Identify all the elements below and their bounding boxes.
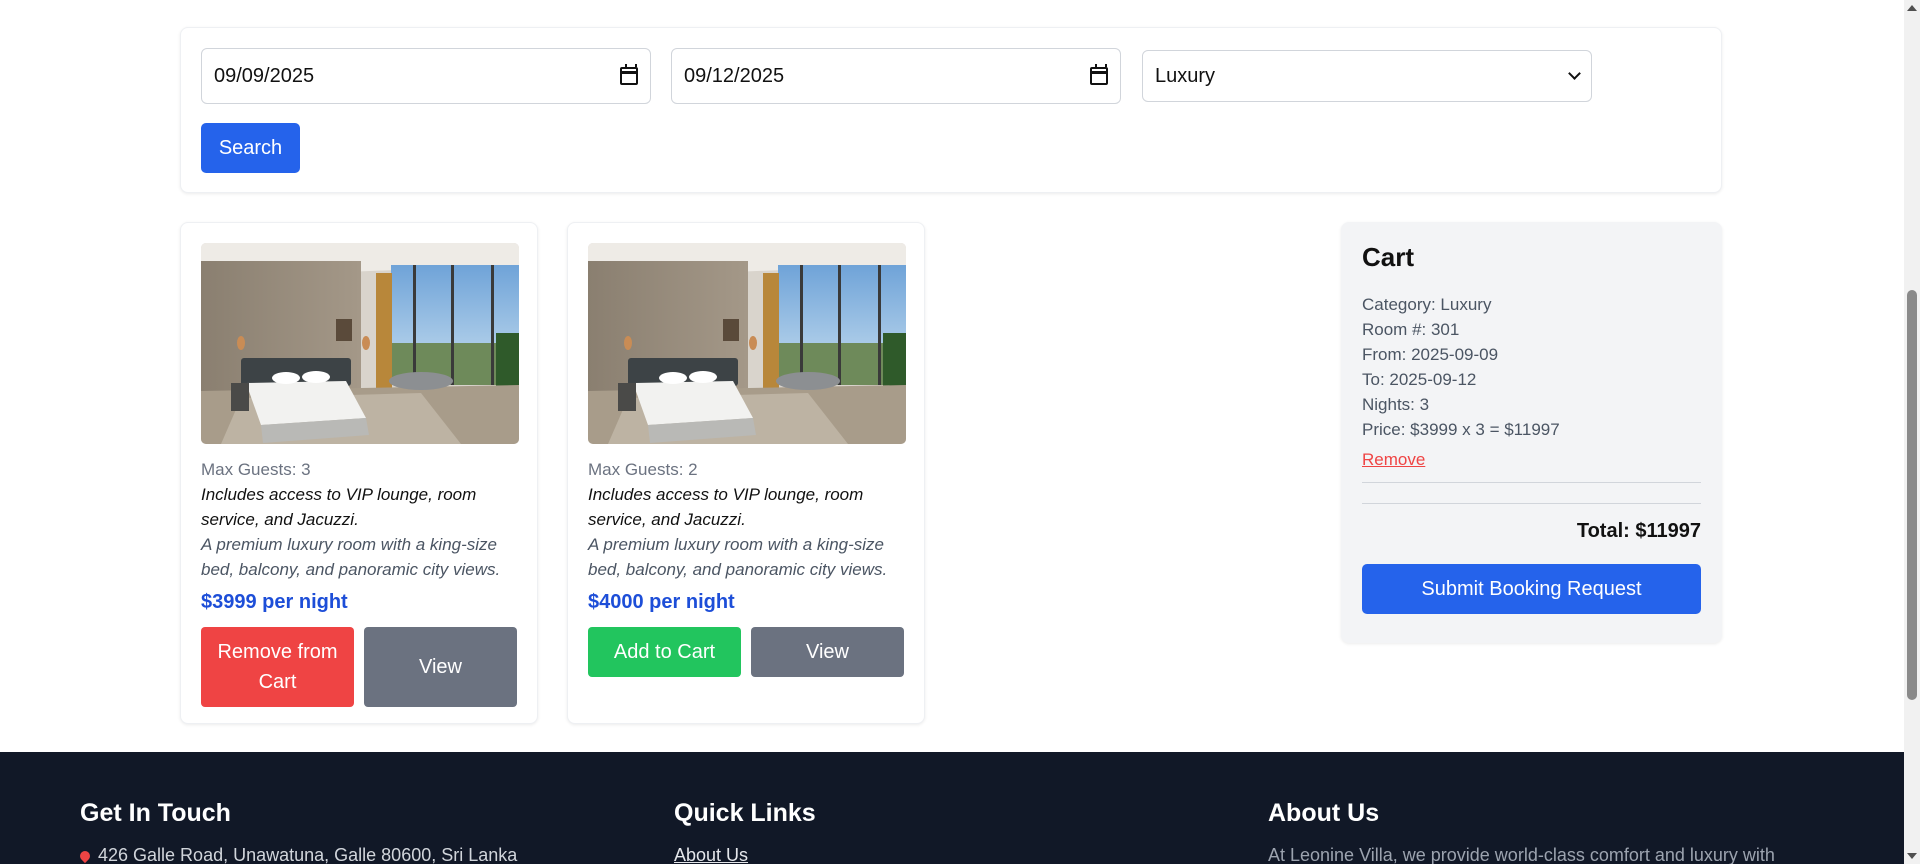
cart-title: Cart	[1362, 242, 1415, 272]
scroll-up-arrow-icon[interactable]	[1907, 5, 1917, 11]
location-pin-icon	[77, 848, 93, 864]
room-description: A premium luxury room with a king-size b…	[588, 535, 888, 579]
footer-address-text: 426 Galle Road, Unawatuna, Galle 80600, …	[98, 845, 518, 864]
chevron-down-icon	[1568, 67, 1581, 80]
footer-links-title: Quick Links	[674, 799, 816, 827]
add-to-cart-button[interactable]: Add to Cart	[588, 627, 741, 677]
cart-category: Category: Luxury	[1362, 295, 1492, 314]
calendar-icon[interactable]	[1090, 64, 1108, 85]
room-max-guests: Max Guests: 3	[201, 460, 311, 479]
cart-total: Total: $11997	[1576, 520, 1701, 542]
footer-quick-links: Quick Links About Us	[674, 798, 816, 864]
footer-about-text: At Leonine Villa, we provide world-class…	[1268, 845, 1775, 864]
scroll-thumb[interactable]	[1907, 290, 1917, 700]
room-price: $4000 per night	[588, 591, 735, 613]
room-image[interactable]	[201, 243, 519, 444]
divider	[1362, 503, 1701, 504]
cart-nights: Nights: 3	[1362, 395, 1430, 414]
footer: Get In Touch 426 Galle Road, Unawatuna, …	[0, 752, 1904, 864]
check-out-date-input[interactable]: 09/12/2025	[671, 48, 1121, 104]
footer-link-about[interactable]: About Us	[674, 844, 816, 864]
room-amenities: Includes access to VIP lounge, room serv…	[588, 485, 864, 529]
check-in-date-input[interactable]: 09/09/2025	[201, 48, 651, 104]
submit-booking-button[interactable]: Submit Booking Request	[1362, 564, 1701, 614]
footer-about: About Us At Leonine Villa, we provide wo…	[1268, 798, 1775, 864]
page-scrollbar[interactable]	[1904, 0, 1920, 864]
search-button[interactable]: Search	[201, 123, 300, 173]
check-in-date-value: 09/09/2025	[214, 64, 315, 87]
cart-remove-link[interactable]: Remove	[1362, 447, 1425, 472]
cart-panel: Cart Category: Luxury Room #: 301 From: …	[1341, 222, 1722, 643]
divider	[1362, 482, 1701, 483]
view-room-button[interactable]: View	[364, 627, 517, 707]
cart-price: Price: $3999 x 3 = $11997	[1362, 420, 1560, 439]
footer-contact-title: Get In Touch	[80, 799, 231, 827]
cart-from-date: From: 2025-09-09	[1362, 345, 1499, 364]
remove-from-cart-button[interactable]: Remove from Cart	[201, 627, 354, 707]
category-select[interactable]: Luxury	[1142, 50, 1592, 102]
footer-about-title: About Us	[1268, 799, 1380, 827]
room-amenities: Includes access to VIP lounge, room serv…	[201, 485, 477, 529]
check-out-date-value: 09/12/2025	[684, 64, 785, 87]
calendar-icon[interactable]	[620, 64, 638, 85]
room-description: A premium luxury room with a king-size b…	[201, 535, 501, 579]
cart-room-number: Room #: 301	[1362, 320, 1460, 339]
room-price: $3999 per night	[201, 591, 348, 613]
room-card: Max Guests: 2 Includes access to VIP lou…	[567, 222, 925, 724]
scroll-down-arrow-icon[interactable]	[1907, 853, 1917, 859]
view-room-button[interactable]: View	[751, 627, 904, 677]
room-image[interactable]	[588, 243, 906, 444]
footer-contact: Get In Touch 426 Galle Road, Unawatuna, …	[77, 798, 518, 864]
footer-address: 426 Galle Road, Unawatuna, Galle 80600, …	[77, 844, 518, 864]
room-max-guests: Max Guests: 2	[588, 460, 698, 479]
search-panel: 09/09/2025 09/12/2025 Luxury Search	[180, 27, 1722, 193]
category-select-value: Luxury	[1155, 64, 1216, 87]
cart-to-date: To: 2025-09-12	[1362, 370, 1477, 389]
room-card: Max Guests: 3 Includes access to VIP lou…	[180, 222, 538, 724]
